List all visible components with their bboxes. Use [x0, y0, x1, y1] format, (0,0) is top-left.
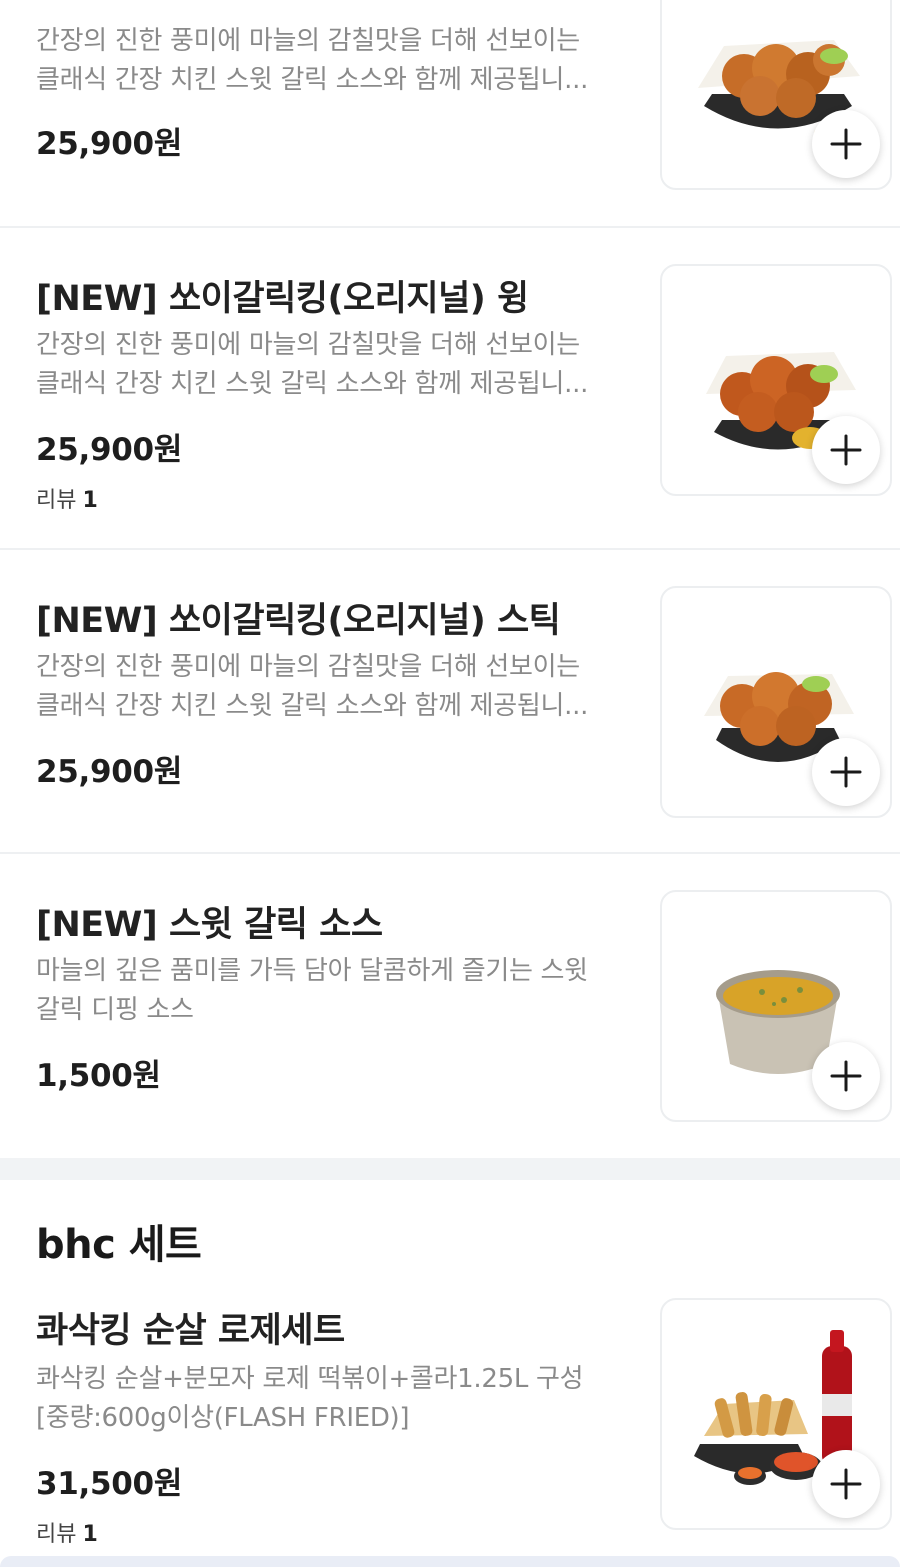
- add-button[interactable]: [812, 416, 880, 484]
- item-description: 간장의 진한 풍미에 마늘의 감칠맛을 더해 선보이는 클래식 간장 치킨 스윗…: [36, 330, 589, 399]
- item-name: [NEW] 스윗 갈릭 소스: [36, 905, 383, 945]
- menu-item[interactable]: [NEW] 쏘이갈릭킹(오리지널) 윙 간장의 진한 풍미에 마늘의 감칠맛을 …: [0, 228, 900, 548]
- item-name: 콰삭킹 순살 로제세트: [36, 1311, 345, 1351]
- section-separator: [0, 1158, 900, 1180]
- item-price: 25,900원: [36, 126, 183, 162]
- menu-item[interactable]: [NEW] 스윗 갈릭 소스 마늘의 깊은 품미를 가득 담아 달콤하게 즐기는…: [0, 854, 900, 1158]
- plus-icon: [830, 1468, 862, 1500]
- item-price: 25,900원: [36, 754, 183, 790]
- item-description: 간장의 진한 풍미에 마늘의 감칠맛을 더해 선보이는 클래식 간장 치킨 스윗…: [36, 652, 589, 721]
- item-price: 31,500원: [36, 1466, 183, 1502]
- review-count[interactable]: 리뷰 1: [36, 1516, 98, 1548]
- plus-icon: [830, 128, 862, 160]
- add-button[interactable]: [812, 738, 880, 806]
- menu-item[interactable]: 간장의 진한 풍미에 마늘의 감칠맛을 더해 선보이는 클래식 간장 치킨 스윗…: [0, 0, 900, 226]
- item-price: 1,500원: [36, 1058, 161, 1094]
- add-button[interactable]: [812, 1450, 880, 1518]
- menu-item[interactable]: [NEW] 쏘이갈릭킹(오리지널) 스틱 간장의 진한 풍미에 마늘의 감칠맛을…: [0, 550, 900, 852]
- plus-icon: [830, 434, 862, 466]
- plus-icon: [830, 756, 862, 788]
- item-name: [NEW] 쏘이갈릭킹(오리지널) 스틱: [36, 601, 561, 641]
- item-thumbnail[interactable]: [660, 0, 892, 190]
- item-description: 콰삭킹 순살+분모자 로제 떡볶이+콜라1.25L 구성 [중량:600g이상(…: [36, 1364, 584, 1433]
- item-description: 간장의 진한 풍미에 마늘의 감칠맛을 더해 선보이는 클래식 간장 치킨 스윗…: [36, 26, 589, 95]
- item-price: 25,900원: [36, 432, 183, 468]
- item-description: 마늘의 깊은 품미를 가득 담아 달콤하게 즐기는 스윗 갈릭 디핑 소스: [36, 956, 588, 1025]
- item-thumbnail[interactable]: [660, 890, 892, 1122]
- section-title: bhc 세트: [36, 1222, 202, 1268]
- menu-item[interactable]: 콰삭킹 순살 로제세트 콰삭킹 순살+분모자 로제 떡볶이+콜라1.25L 구성…: [0, 1280, 900, 1556]
- add-button[interactable]: [812, 1042, 880, 1110]
- bottom-sheet-edge: [0, 1556, 900, 1567]
- add-button[interactable]: [812, 110, 880, 178]
- plus-icon: [830, 1060, 862, 1092]
- item-thumbnail[interactable]: [660, 264, 892, 496]
- item-name: [NEW] 쏘이갈릭킹(오리지널) 윙: [36, 279, 529, 319]
- item-thumbnail[interactable]: [660, 1298, 892, 1530]
- item-thumbnail[interactable]: [660, 586, 892, 818]
- review-count[interactable]: 리뷰 1: [36, 482, 98, 514]
